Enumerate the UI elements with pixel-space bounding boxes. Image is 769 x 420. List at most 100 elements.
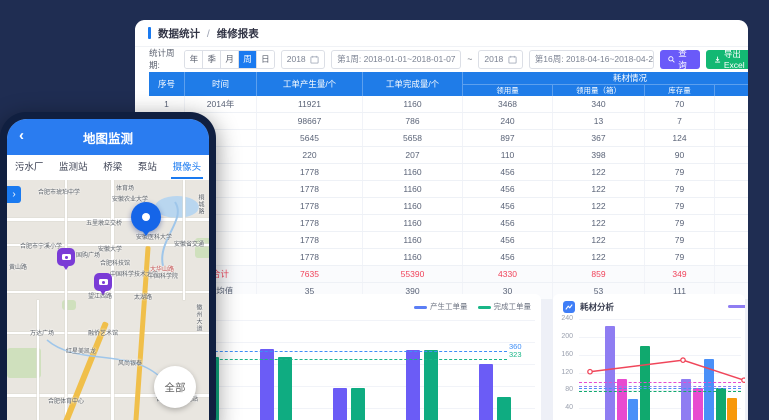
table-cell: 7 <box>645 113 715 129</box>
bar <box>727 398 737 420</box>
map-label: 体育场 <box>116 183 134 192</box>
table-row: 7177811604561227967 <box>149 198 748 215</box>
table-cell: 340 <box>553 96 645 112</box>
table-cell: 79 <box>645 198 715 214</box>
reference-line-label: 323 <box>509 350 539 359</box>
app-title: 地图监测 <box>83 128 133 147</box>
tab-桥梁[interactable]: 桥梁 <box>101 156 124 179</box>
table-cell: 110 <box>463 147 553 163</box>
back-button[interactable]: ‹ <box>19 127 24 144</box>
chart-icon <box>563 301 575 313</box>
table-cell: 456 <box>463 249 553 265</box>
table-cell: 897 <box>463 130 553 146</box>
map-label: 风尚银泰 <box>118 358 142 367</box>
table-cell: 1778 <box>257 232 363 248</box>
table-row: 9177811604561227967 <box>149 232 748 249</box>
page-title: 维修报表 <box>217 28 259 40</box>
camera-pin[interactable] <box>57 248 75 266</box>
column-header: 工单完成量/个 <box>363 72 463 96</box>
breadcrumb-accent-bar <box>148 27 151 39</box>
table-header: 序号时间工单产生量/个工单完成量/个耗材情况领用量领用量（箱）库存量水量 <box>149 72 748 96</box>
export-excel-button[interactable]: 导出Excel <box>706 50 748 69</box>
period-option[interactable]: 日 <box>257 51 274 68</box>
screenshot-stage: 数据统计 / 维修报表 统计周期: 年季月周日 2018 第1周: 2018-0… <box>0 0 769 420</box>
y-axis-tick: 40 <box>553 404 573 411</box>
map-label: 桐城路 <box>196 194 205 215</box>
table-cell: 456 <box>463 198 553 214</box>
map-label: 大华山路 <box>150 264 174 273</box>
map-label: 合肥科技馆 <box>100 258 130 267</box>
table-row: 合计7635553904330859349332 <box>149 266 748 283</box>
tab-摄像头[interactable]: 摄像头 <box>171 156 204 179</box>
legend-item-completed: 完成工单量 <box>478 301 532 312</box>
tab-污水厂[interactable]: 污水厂 <box>13 156 46 179</box>
search-icon <box>668 55 675 64</box>
report-table: 序号时间工单产生量/个工单完成量/个耗材情况领用量领用量（箱）库存量水量1201… <box>149 72 748 300</box>
table-row: 298667786240137690 <box>149 113 748 130</box>
bar <box>479 364 493 420</box>
table-cell: 122 <box>553 198 645 214</box>
table-cell: 67 <box>715 232 748 248</box>
bar <box>628 399 638 420</box>
camera-pin[interactable] <box>94 273 112 291</box>
map-label: 国购广场 <box>76 250 100 259</box>
table-cell: 79 <box>645 164 715 180</box>
y-axis-tick: 120 <box>553 369 573 376</box>
table-cell: 122 <box>553 164 645 180</box>
map-label: 安徽大学 <box>98 244 122 253</box>
table-cell: 349 <box>645 266 715 282</box>
table-row: 6177811604561227967 <box>149 181 748 198</box>
period-option[interactable]: 周 <box>239 51 257 68</box>
panel-expander-button[interactable]: › <box>7 186 21 203</box>
report-panel: 数据统计 / 维修报表 统计周期: 年季月周日 2018 第1周: 2018-0… <box>135 20 748 292</box>
query-button[interactable]: 查询 <box>660 50 700 69</box>
table-cell: 19 <box>715 147 748 163</box>
table-cell: 1778 <box>257 249 363 265</box>
table-cell: 1778 <box>257 198 363 214</box>
period-option[interactable]: 月 <box>221 51 239 68</box>
table-cell: 859 <box>553 266 645 282</box>
period-option[interactable]: 季 <box>203 51 221 68</box>
selected-camera-pin[interactable] <box>131 202 161 232</box>
gridline <box>579 355 741 356</box>
week-start-input[interactable]: 第1周: 2018-01-01~2018-01-07 <box>331 50 461 69</box>
year-end-select[interactable]: 2018 <box>478 50 522 69</box>
table-cell: 240 <box>463 113 553 129</box>
table-cell: 1160 <box>363 164 463 180</box>
table-cell: 690 <box>715 113 748 129</box>
period-option[interactable]: 年 <box>185 51 203 68</box>
gridline <box>579 337 741 338</box>
tab-监测站[interactable]: 监测站 <box>57 156 90 179</box>
table-cell: 1160 <box>363 232 463 248</box>
breadcrumb-section[interactable]: 数据统计 <box>158 28 200 40</box>
table-cell: 1778 <box>257 181 363 197</box>
column-group-consumables: 耗材情况领用量领用量（箱）库存量水量 <box>463 72 748 96</box>
app-header: ‹ 地图监测 <box>7 119 209 155</box>
table-cell: 122 <box>553 249 645 265</box>
table-cell: 1160 <box>363 215 463 231</box>
phone-screen: ‹ 地图监测 污水厂监测站桥梁泵站摄像头 <box>7 119 209 420</box>
column-header: 序号 <box>149 72 185 96</box>
y-axis-tick: 160 <box>553 351 573 358</box>
bar <box>704 359 714 420</box>
map-label: 太湖路 <box>134 292 152 301</box>
table-cell: 67 <box>715 249 748 265</box>
table-cell: 122 <box>553 181 645 197</box>
range-separator: ~ <box>467 54 472 64</box>
table-cell: 79 <box>645 249 715 265</box>
group-header-label: 耗材情况 <box>463 72 748 85</box>
show-all-button[interactable]: 全部 <box>154 366 196 408</box>
bar <box>693 388 703 420</box>
week-end-input[interactable]: 第16周: 2018-04-16~2018-04-22 <box>529 50 654 69</box>
tab-泵站[interactable]: 泵站 <box>136 156 159 179</box>
table-cell: 207 <box>363 147 463 163</box>
legend-dash-cut <box>728 305 745 308</box>
map-view[interactable]: 合肥市琥珀中学体育场安徽农业大学桐城路五里墩立交桥安徽医科大学安徽省交通合肥市宁… <box>7 180 209 420</box>
year-start-select[interactable]: 2018 <box>281 50 325 69</box>
table-row: 8177811604561227967 <box>149 215 748 232</box>
table-row: 12014年119211160346834070250 <box>149 96 748 113</box>
table-cell: 124 <box>645 130 715 146</box>
map-label: 万达广场 <box>30 328 54 337</box>
table-cell: 122 <box>553 215 645 231</box>
table-cell: 220 <box>257 147 363 163</box>
